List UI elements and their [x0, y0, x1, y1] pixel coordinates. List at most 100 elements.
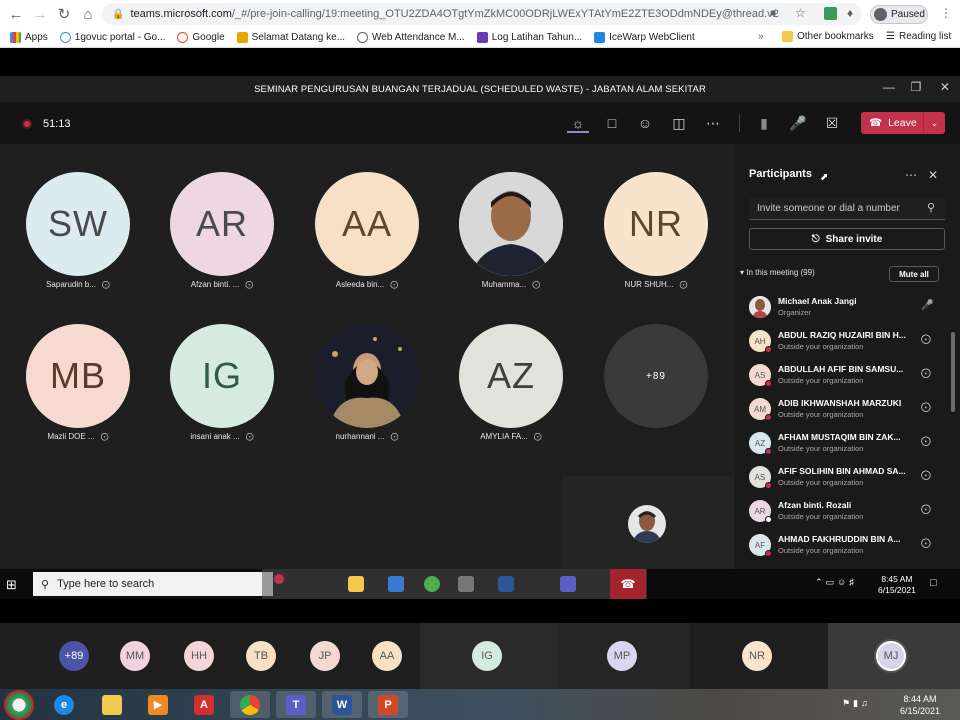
chrome-icon[interactable]: [424, 576, 440, 592]
participant-tile[interactable]: AR Afzan binti. ... ⨀: [152, 172, 292, 312]
pane-more-icon[interactable]: ⋯: [905, 168, 917, 182]
more-bookmarks-icon[interactable]: »: [758, 31, 764, 42]
overflow-avatar[interactable]: +89: [59, 641, 89, 671]
leave-button[interactable]: ☎ Leave ⌄: [861, 112, 945, 134]
taskbar-clock[interactable]: 8:44 AM 6/15/2021: [900, 693, 940, 717]
bookmark-star-icon[interactable]: ☆: [795, 6, 806, 20]
taskbar-ie[interactable]: e: [44, 691, 84, 718]
menu-kebab-icon[interactable]: ⋮: [940, 6, 952, 20]
word-icon[interactable]: [498, 576, 514, 592]
teams-window: SEMINAR PENGURUSAN BUANGAN TERJADUAL (SC…: [0, 76, 960, 569]
section-header[interactable]: ▾ In this meeting (99): [740, 268, 815, 277]
invite-search-input[interactable]: Invite someone or dial a number ⚲: [749, 198, 945, 220]
strip-avatar[interactable]: TB: [246, 641, 276, 671]
windows-start-icon[interactable]: ⊞: [6, 577, 17, 593]
start-orb-icon[interactable]: [4, 690, 34, 720]
bookmark-icewarp[interactable]: IceWarp WebClient: [588, 32, 701, 43]
taskbar-explorer[interactable]: [92, 691, 132, 718]
file-explorer-icon[interactable]: [348, 576, 364, 592]
store-icon[interactable]: [388, 576, 404, 592]
participant-row[interactable]: AZ AFHAM MUSTAQIM BIN ZAK... Outside you…: [749, 426, 947, 460]
teams-icon[interactable]: [560, 576, 576, 592]
participant-row[interactable]: AF AHMAD FAKHRUDDIN BIN A... Outside you…: [749, 528, 947, 562]
share-screen-close-icon[interactable]: ☒: [821, 113, 843, 133]
system-tray-icons[interactable]: ⚑▮♫: [842, 698, 871, 709]
notification-icon[interactable]: □: [930, 577, 937, 589]
strip-avatar[interactable]: JP: [310, 641, 340, 671]
participant-row[interactable]: Michael Anak Jangi Organizer 🎤: [749, 290, 947, 324]
bookmark-web-attendance[interactable]: Web Attendance M...: [351, 32, 471, 43]
camera-off-icon[interactable]: ▮: [753, 113, 775, 133]
bookmark-selamat[interactable]: Selamat Datang ke...: [231, 32, 351, 43]
pane-close-icon[interactable]: ✕: [928, 168, 938, 182]
recording-icon: [274, 574, 284, 584]
restore-icon[interactable]: ❐: [906, 80, 926, 94]
taskbar-teams[interactable]: T: [276, 691, 316, 718]
rooms-icon[interactable]: ◫: [668, 113, 690, 133]
participant-tile[interactable]: Muhamma... ⨀: [441, 172, 581, 312]
participant-tile[interactable]: SW Saparudin b... ⨀: [8, 172, 148, 312]
minimize-icon[interactable]: —: [879, 80, 899, 94]
microphone-icon[interactable]: 🎤: [787, 113, 809, 133]
taskbar-powerpoint[interactable]: P: [368, 691, 408, 718]
mute-all-button[interactable]: Mute all: [889, 266, 939, 282]
pane-scrollbar[interactable]: [951, 332, 955, 412]
participant-row[interactable]: AH ABDUL RAZIQ HUZAIRI BIN H... Outside …: [749, 324, 947, 358]
extension-icon[interactable]: [824, 7, 837, 20]
participant-row[interactable]: AS AFIF SOLIHIN BIN AHMAD SA... Outside …: [749, 460, 947, 494]
taskbar-chrome[interactable]: [230, 691, 270, 718]
media-player-icon: ▶: [148, 694, 168, 715]
reactions-icon[interactable]: ☺: [634, 113, 656, 133]
strip-avatar[interactable]: MP: [607, 641, 637, 671]
back-icon[interactable]: ←: [4, 2, 28, 26]
taskbar-word[interactable]: W: [322, 691, 362, 718]
taskbar-search-input[interactable]: ⚲ Type here to search: [33, 572, 273, 596]
bookmark-log-latihan[interactable]: Log Latihan Tahun...: [471, 32, 588, 43]
profile-button[interactable]: Paused: [870, 5, 928, 24]
bookmark-google[interactable]: Google: [171, 32, 230, 43]
participant-tile[interactable]: AA Asleeda bin... ⨀: [297, 172, 437, 312]
participant-tile[interactable]: MB Mazli DOE ... ⨀: [8, 324, 148, 464]
leave-dropdown-chevron-icon[interactable]: ⌄: [923, 112, 945, 134]
participant-row[interactable]: AR Afzan binti. Rozali Outside your orga…: [749, 494, 947, 528]
bookmarks-bar: Apps 1govuc portal - Go... Google Selama…: [0, 28, 960, 48]
share-invite-button[interactable]: ⎋ Share invite: [749, 228, 945, 250]
participant-name: Saparudin b...: [46, 280, 96, 289]
overflow-tile[interactable]: +89: [586, 324, 726, 464]
camera-blocked-icon[interactable]: ■: [770, 8, 776, 19]
participant-row[interactable]: AS ABDULLAH AFIF BIN SAMSU... Outside yo…: [749, 358, 947, 392]
strip-avatar[interactable]: NR: [742, 641, 772, 671]
forward-icon[interactable]: →: [28, 2, 52, 26]
participant-tile[interactable]: IG insani anak ... ⨀: [152, 324, 292, 464]
strip-avatar[interactable]: MM: [120, 641, 150, 671]
puzzle-extensions-icon[interactable]: ♦: [847, 6, 853, 20]
bookmark-1govuc[interactable]: 1govuc portal - Go...: [54, 32, 172, 43]
more-actions-icon[interactable]: ⋯: [702, 113, 724, 133]
strip-avatar[interactable]: IG: [472, 641, 502, 671]
globe-icon: [357, 32, 369, 43]
strip-avatar-self[interactable]: MJ: [876, 641, 906, 671]
status-dot: [765, 346, 772, 353]
participants-toggle-icon[interactable]: ☼: [567, 113, 589, 133]
participant-tile[interactable]: AZ AMYLIA FA... ⨀: [441, 324, 581, 464]
system-tray-icons[interactable]: ⌃▭☺♯: [815, 577, 857, 588]
address-bar[interactable]: 🔒 teams.microsoft.com/_#/pre-join-callin…: [102, 3, 862, 25]
bookmark-reading-list[interactable]: ☰ Reading list: [880, 31, 957, 42]
participant-org: Outside your organization: [778, 546, 864, 555]
bookmark-apps[interactable]: Apps: [0, 32, 54, 43]
chat-icon[interactable]: □: [601, 113, 623, 133]
strip-avatar[interactable]: AA: [372, 641, 402, 671]
home-icon[interactable]: ⌂: [76, 2, 100, 26]
taskbar-acrobat[interactable]: A: [184, 691, 224, 718]
reload-icon[interactable]: ↻: [52, 2, 76, 26]
calendar-icon[interactable]: [458, 576, 474, 592]
inner-clock[interactable]: 8:45 AM 6/15/2021: [878, 574, 916, 596]
participant-row[interactable]: AM ADIB IKHWANSHAH MARZUKI Outside your …: [749, 392, 947, 426]
close-window-icon[interactable]: ✕: [935, 80, 955, 94]
participant-tile[interactable]: nurhannani ... ⨀: [297, 324, 437, 464]
taskbar-media[interactable]: ▶: [138, 691, 178, 718]
hangup-button[interactable]: ☎: [610, 569, 646, 599]
participant-tile[interactable]: NR NUR SHUH... ⨀: [586, 172, 726, 312]
strip-avatar[interactable]: HH: [184, 641, 214, 671]
bookmark-other[interactable]: Other bookmarks: [776, 31, 880, 42]
